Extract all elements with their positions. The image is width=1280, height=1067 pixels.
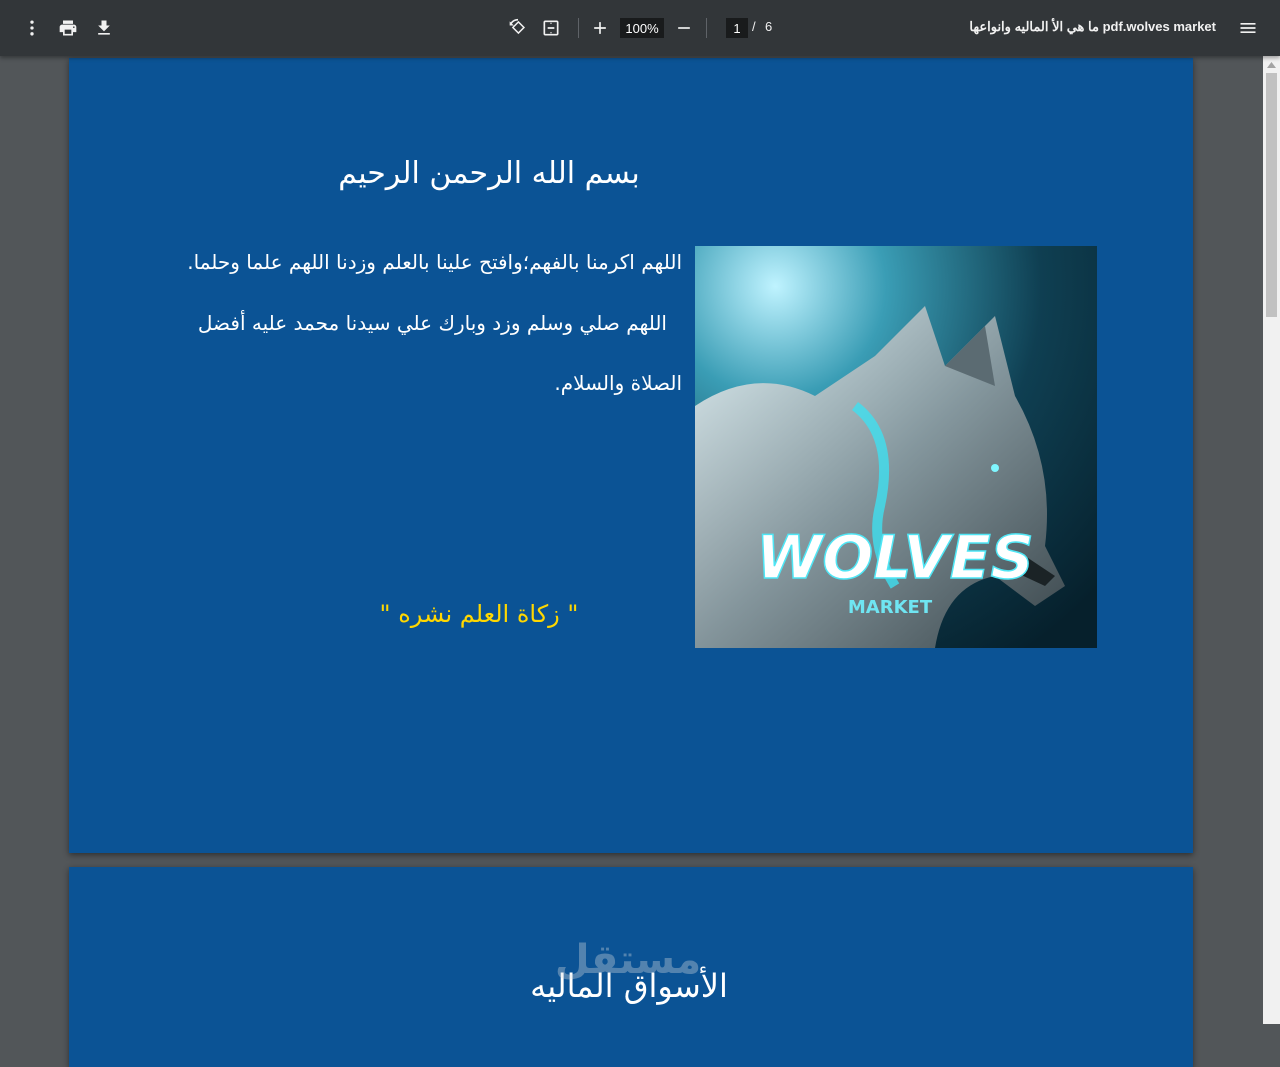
prayer-line-2: اللهم صلي وسلم وزد وبارك علي سيدنا محمد … [197, 311, 667, 335]
toolbar-separator [706, 18, 707, 38]
more-options-icon[interactable] [18, 14, 46, 42]
page-number-input[interactable]: 1 [726, 18, 748, 38]
vertical-scrollbar[interactable] [1263, 56, 1280, 1024]
menu-icon[interactable] [1234, 14, 1262, 42]
page-heading: بسم الله الرحمن الرحيم [338, 156, 640, 191]
logo-sub: MARKET [848, 597, 933, 618]
watermark: مستقل [554, 937, 702, 983]
zoom-in-icon[interactable] [586, 14, 614, 42]
pdf-page-1: بسم الله الرحمن الرحيم اللهم اكرمنا بالف… [69, 58, 1193, 853]
wolf-logo-image: WOLVES MARKET [695, 246, 1097, 648]
zoom-level-input[interactable]: 100% [620, 18, 664, 38]
fit-page-icon[interactable] [537, 14, 565, 42]
download-icon[interactable] [90, 14, 118, 42]
print-icon[interactable] [54, 14, 82, 42]
zoom-out-icon[interactable] [670, 14, 698, 42]
scrollbar-thumb[interactable] [1266, 73, 1277, 317]
document-title: ما هي الأ الماليه وانواعها pdf.wolves ma… [969, 19, 1216, 34]
total-pages: 6 [765, 19, 773, 34]
rotate-icon[interactable] [504, 14, 532, 42]
quote-text: " زكاة العلم نشره " [379, 600, 579, 628]
scroll-up-arrow-icon[interactable] [1263, 56, 1280, 73]
logo-word: WOLVES [756, 523, 1034, 593]
prayer-line-3: الصلاة والسلام. [554, 371, 682, 395]
page-separator: / [752, 19, 756, 34]
toolbar-separator [578, 18, 579, 38]
pdf-toolbar: 100% 1 / 6 ما هي الأ الماليه وانواعها pd… [0, 0, 1280, 56]
prayer-line-1: اللهم اكرمنا بالفهم؛وافتح علينا بالعلم و… [187, 250, 682, 274]
